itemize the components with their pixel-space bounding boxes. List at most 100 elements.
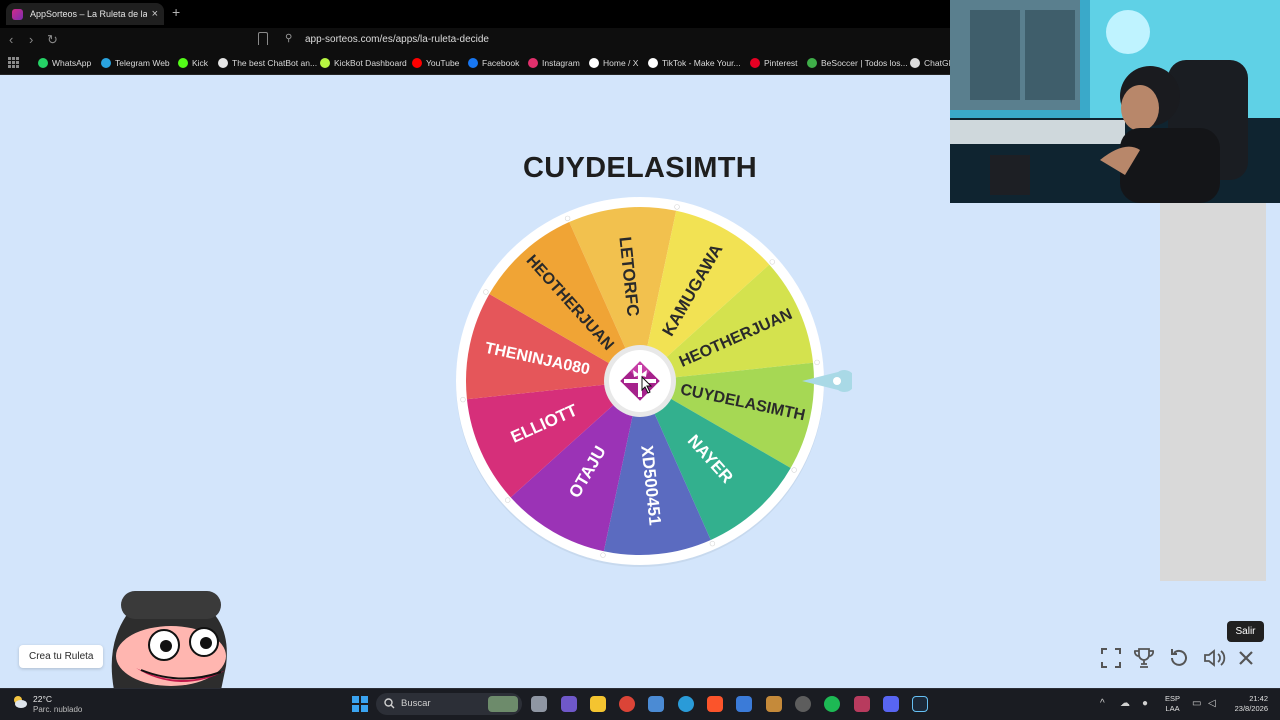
- file-explorer-icon[interactable]: [590, 696, 606, 712]
- wheel-rim-dot: [674, 204, 680, 210]
- back-icon[interactable]: ‹: [9, 32, 13, 48]
- facebook-icon: [468, 58, 478, 68]
- volume-icon[interactable]: [1202, 646, 1226, 670]
- pepe-sticker: [111, 591, 227, 690]
- bookmark-kick[interactable]: Kick: [178, 58, 208, 68]
- wheel-rim-dot: [564, 215, 571, 222]
- webcam-overlay: [950, 0, 1280, 203]
- weather-desc[interactable]: Parc. nublado: [33, 705, 82, 714]
- apps-grid-icon[interactable]: [8, 57, 19, 68]
- reset-icon[interactable]: [1167, 646, 1191, 670]
- wheel-rim-dot: [460, 396, 466, 403]
- whatsapp-icon: [38, 58, 48, 68]
- bookmark-x[interactable]: Home / X: [589, 58, 638, 68]
- speaker-icon[interactable]: ◁: [1208, 698, 1216, 709]
- app-icon[interactable]: [854, 696, 870, 712]
- start-windows-icon[interactable]: [352, 696, 368, 712]
- bookmark-chatgpt[interactable]: ChatGP: [910, 58, 954, 68]
- spotify-icon[interactable]: [824, 696, 840, 712]
- wheel-rim-dot: [709, 540, 716, 547]
- mail-icon[interactable]: [736, 696, 752, 712]
- instagram-icon: [528, 58, 538, 68]
- site-info-icon[interactable]: ⚲: [285, 33, 292, 44]
- tab-title: AppSorteos – La Ruleta de la Suerte: [30, 9, 147, 19]
- youtube-icon: [412, 58, 422, 68]
- bookmark-label: The best ChatBot an...: [232, 58, 318, 68]
- wheel-rim-dot: [600, 552, 606, 558]
- appsorteos-favicon-icon: [12, 8, 23, 20]
- screen: AppSorteos – La Ruleta de la Suerte × + …: [0, 0, 1280, 720]
- weather-temp[interactable]: 22°C: [33, 694, 52, 704]
- bookmark-label: YouTube: [426, 58, 460, 68]
- wheel-rim-dot: [769, 259, 775, 265]
- bookmark-label: KickBot Dashboard: [334, 58, 407, 68]
- mic-icon[interactable]: ●: [1142, 698, 1148, 709]
- new-tab-button[interactable]: +: [172, 4, 180, 20]
- side-panel: [1160, 203, 1266, 581]
- forward-icon[interactable]: ›: [29, 32, 33, 48]
- bookmark-label: Kick: [192, 58, 209, 68]
- bookmark-label: Instagram: [542, 58, 580, 68]
- reload-icon[interactable]: ↻: [47, 32, 58, 48]
- search-label: Buscar: [401, 698, 431, 709]
- search-icon: [384, 698, 395, 709]
- bookmark-label: WhatsApp: [52, 58, 92, 68]
- pinterest-icon: [750, 58, 760, 68]
- lang-bottom: LAA: [1165, 704, 1180, 713]
- bookmark-kickbot[interactable]: KickBot Dashboard: [320, 58, 407, 68]
- lang-top: ESP: [1165, 694, 1181, 703]
- bookmark-youtube[interactable]: YouTube: [412, 58, 459, 68]
- trophy-icon[interactable]: [1132, 646, 1156, 670]
- bookmark-label: Home / X: [603, 58, 639, 68]
- bookmark-instagram[interactable]: Instagram: [528, 58, 580, 68]
- bookmark-facebook[interactable]: Facebook: [468, 58, 519, 68]
- copilot-icon[interactable]: [561, 696, 577, 712]
- game-app-icon[interactable]: [766, 696, 782, 712]
- chatbot-icon: [218, 58, 228, 68]
- tab-close-icon[interactable]: ×: [152, 8, 158, 20]
- exit-tooltip: Salir: [1227, 621, 1264, 642]
- tiktok-icon: [648, 58, 658, 68]
- chatgpt-icon: [910, 58, 920, 68]
- bookmark-besoccer[interactable]: BeSoccer | Todos los...: [807, 58, 908, 68]
- address-bar[interactable]: app-sorteos.com/es/apps/la-ruleta-decide: [305, 34, 489, 45]
- chrome-icon[interactable]: [619, 696, 635, 712]
- obs-icon[interactable]: [795, 696, 811, 712]
- bookmark-pinterest[interactable]: Pinterest: [750, 58, 798, 68]
- close-icon[interactable]: [1234, 646, 1258, 670]
- bookmark-tiktok[interactable]: TikTok - Make Your...: [648, 58, 741, 68]
- fullscreen-icon[interactable]: [1099, 646, 1123, 670]
- network-icon[interactable]: ▭: [1192, 698, 1201, 709]
- wheel-rim-dot: [791, 467, 797, 473]
- taskbar: [0, 688, 1280, 720]
- wheel-rim-dot: [505, 497, 511, 503]
- edge-icon[interactable]: [678, 696, 694, 712]
- steam-icon[interactable]: [912, 696, 928, 712]
- language-indicator[interactable]: ESP LAA: [1165, 694, 1180, 714]
- kickbot-icon: [320, 58, 330, 68]
- wheel-rim-dot: [814, 359, 820, 366]
- clock-date: 23/8/2026: [1234, 704, 1268, 713]
- discord-icon[interactable]: [883, 696, 899, 712]
- chevron-up-icon[interactable]: ^: [1100, 698, 1105, 709]
- bookmark-label: Pinterest: [764, 58, 798, 68]
- bookmark-telegram[interactable]: Telegram Web: [101, 58, 170, 68]
- clock-time: 21:42: [1249, 694, 1268, 703]
- bookmark-label: Facebook: [482, 58, 520, 68]
- prize-wheel[interactable]: LETORFC KAMUGAWAHEOTHERJUANCUYDELASIMTHNA…: [452, 196, 852, 572]
- clock[interactable]: 21:42 23/8/2026: [1226, 694, 1268, 714]
- bookmark-label: TikTok - Make Your...: [662, 58, 741, 68]
- browser-tab[interactable]: AppSorteos – La Ruleta de la Suerte ×: [6, 3, 164, 25]
- store-icon[interactable]: [648, 696, 664, 712]
- brave-icon[interactable]: [707, 696, 723, 712]
- bookmark-chatbot[interactable]: The best ChatBot an...: [218, 58, 317, 68]
- task-view-icon[interactable]: [531, 696, 547, 712]
- bookmark-icon[interactable]: [258, 32, 268, 45]
- x-icon: [589, 58, 599, 68]
- weather-cloud-icon: [14, 696, 27, 708]
- search-highlight-icon: [488, 696, 518, 712]
- bookmark-whatsapp[interactable]: WhatsApp: [38, 58, 91, 68]
- telegram-icon: [101, 58, 111, 68]
- onedrive-icon[interactable]: ☁: [1120, 698, 1130, 709]
- wheel-rim-dot: [483, 289, 489, 295]
